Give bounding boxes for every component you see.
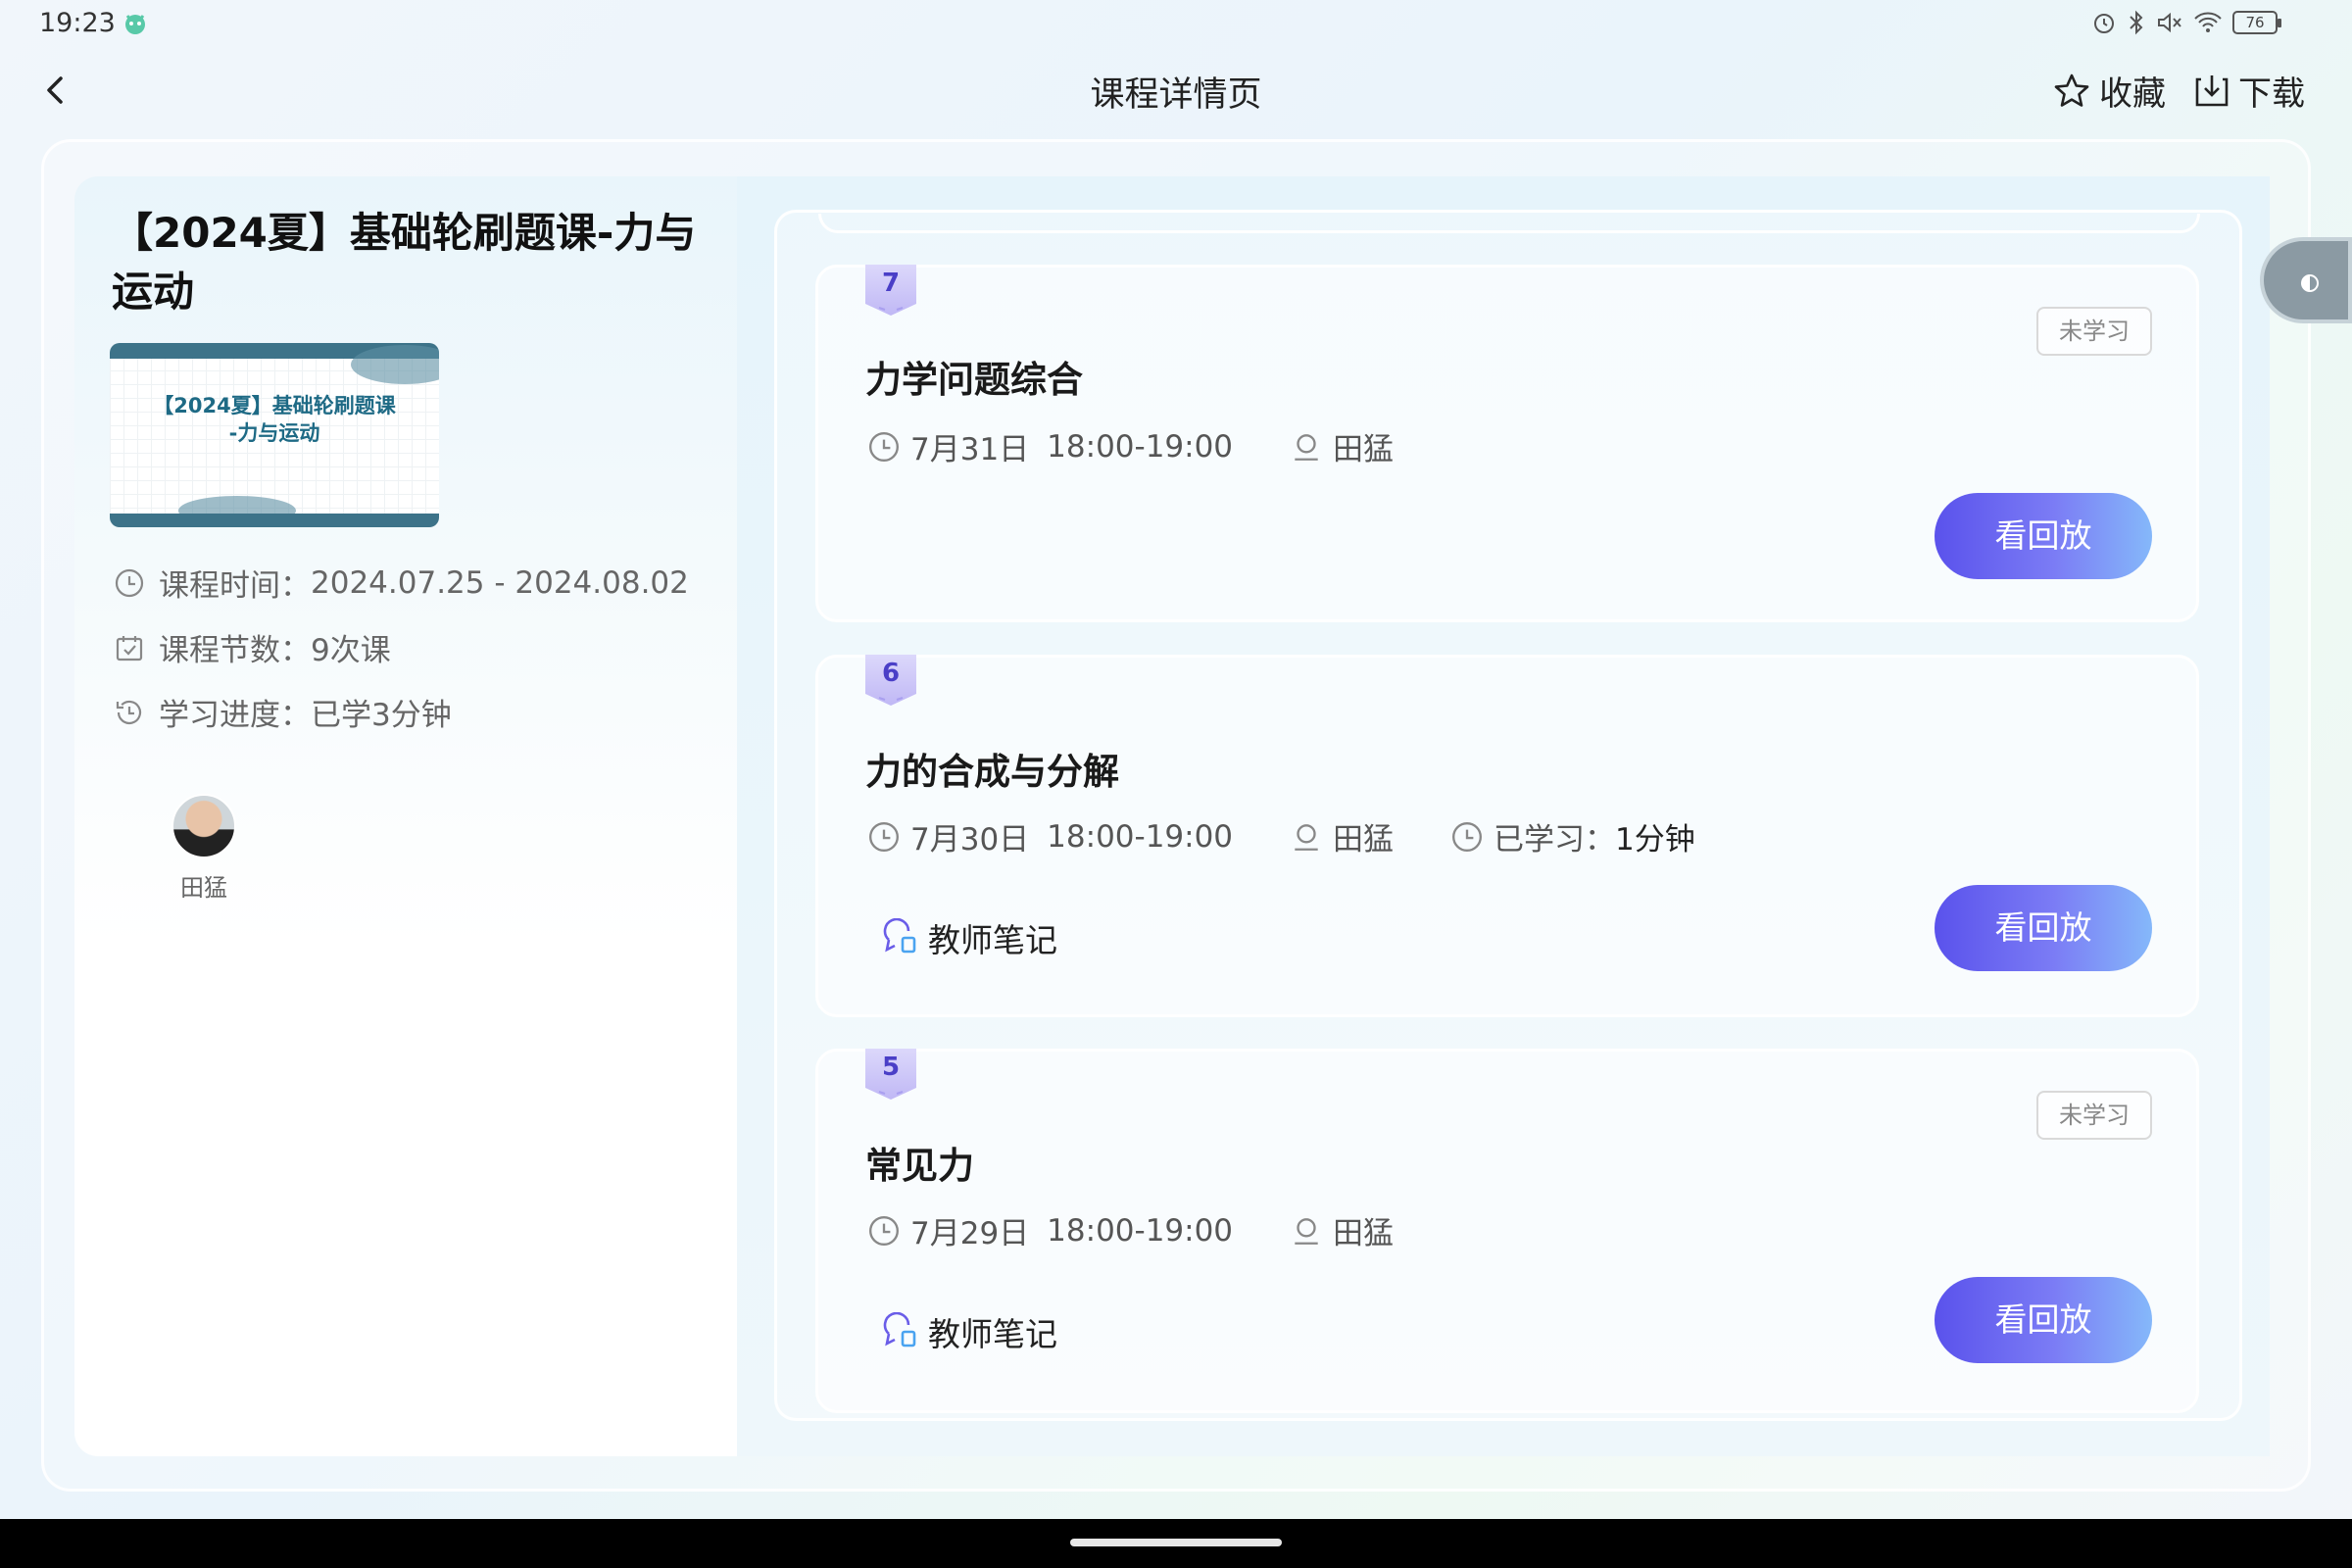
person-icon xyxy=(1295,823,1318,851)
course-progress-value: 已学3分钟 xyxy=(311,698,452,733)
teacher-profile[interactable]: 田猛 xyxy=(155,794,253,903)
lesson-time: 18:00-19:00 xyxy=(1047,1212,1234,1249)
header-actions: 收藏 下载 xyxy=(2052,67,2305,115)
lesson-title: 常见力 xyxy=(865,1145,974,1187)
studied-value: 1分钟 xyxy=(1615,822,1695,858)
clock-icon xyxy=(112,565,147,601)
course-count-row: 课程节数： 9次课 xyxy=(112,625,391,669)
status-bar: 19:23 76 xyxy=(0,0,2352,49)
lesson-title: 力学问题综合 xyxy=(865,359,1083,401)
alarm-icon xyxy=(2094,14,2114,33)
mute-icon xyxy=(2158,12,2181,33)
avatar xyxy=(172,794,236,858)
course-time-value: 2024.07.25 - 2024.08.02 xyxy=(311,564,689,601)
notes-icon xyxy=(883,918,916,954)
lesson-card[interactable]: 6 力的合成与分解 7月30日 18:00-19:00 田猛 已学习： 1分钟 教… xyxy=(815,655,2199,1017)
clock-icon xyxy=(869,1215,899,1246)
clock-icon xyxy=(869,431,899,462)
person-icon xyxy=(1295,1217,1318,1245)
course-title: 【2024夏】基础轮刷题课-力与运动 xyxy=(112,209,697,316)
favorite-button[interactable]: 收藏 xyxy=(2052,67,2166,115)
lesson-teacher: 田猛 xyxy=(1333,432,1395,467)
watch-replay-button[interactable]: 看回放 xyxy=(1935,1277,2152,1363)
history-icon xyxy=(112,695,147,730)
lesson-number-badge: 7 xyxy=(865,265,916,318)
lesson-number: 5 xyxy=(881,1053,901,1082)
lesson-number-badge: 6 xyxy=(865,655,916,708)
teacher-notes-link[interactable]: 教师笔记 xyxy=(881,1308,1057,1355)
home-indicator[interactable] xyxy=(1070,1539,1282,1546)
lesson-number: 6 xyxy=(881,659,901,688)
course-progress-row: 学习进度： 已学3分钟 xyxy=(112,690,452,734)
system-navigation-bar xyxy=(0,1519,2352,1568)
course-thumbnail[interactable]: 【2024夏】基础轮刷题课 -力与运动 xyxy=(110,343,439,527)
page-title: 课程详情页 xyxy=(1090,75,1262,115)
star-icon xyxy=(2054,74,2089,107)
watch-replay-button[interactable]: 看回放 xyxy=(1935,493,2152,579)
lesson-card[interactable]: 7 未学习 力学问题综合 7月31日 18:00-19:00 田猛 看回放 xyxy=(815,265,2199,622)
lesson-teacher: 田猛 xyxy=(1333,822,1395,858)
previous-card-edge xyxy=(818,214,2200,233)
bluetooth-icon xyxy=(2130,10,2143,35)
status-badge: 未学习 xyxy=(2036,1091,2152,1140)
calendar-check-icon xyxy=(112,630,147,665)
lesson-number: 7 xyxy=(881,269,901,298)
lesson-date: 7月29日 xyxy=(910,1216,1030,1251)
teacher-notes-label: 教师笔记 xyxy=(928,1315,1057,1353)
teacher-notes-label: 教师笔记 xyxy=(928,921,1057,959)
course-info-panel: 【2024夏】基础轮刷题课-力与运动 【2024夏】基础轮刷题课 -力与运动 课… xyxy=(74,176,737,1456)
person-icon xyxy=(1295,433,1318,461)
download-icon xyxy=(2195,74,2229,106)
lesson-number-badge: 5 xyxy=(865,1049,916,1102)
watch-replay-button[interactable]: 看回放 xyxy=(1935,885,2152,971)
lesson-date: 7月30日 xyxy=(910,822,1030,858)
floating-contrast-toggle[interactable] xyxy=(2260,237,2352,323)
lesson-time: 18:00-19:00 xyxy=(1047,818,1234,855)
lesson-meta: 7月29日 18:00-19:00 田猛 xyxy=(867,1208,1450,1252)
course-count-label: 课程节数： xyxy=(159,633,311,668)
studied-label: 已学习： xyxy=(1494,822,1616,858)
status-time: 19:23 xyxy=(39,8,116,38)
course-progress-label: 学习进度： xyxy=(159,698,311,733)
lesson-meta: 7月31日 18:00-19:00 田猛 xyxy=(867,424,1450,468)
wifi-icon xyxy=(2194,12,2222,32)
lesson-card[interactable]: 5 未学习 常见力 7月29日 18:00-19:00 田猛 教师笔记 看回放 xyxy=(815,1049,2199,1413)
history-icon xyxy=(1452,821,1483,852)
status-badge: 未学习 xyxy=(2036,307,2152,356)
status-icons: 76 xyxy=(2091,10,2281,35)
lesson-time: 18:00-19:00 xyxy=(1047,428,1234,465)
thumbnail-title: 【2024夏】基础轮刷题课 -力与运动 xyxy=(153,394,396,445)
contrast-icon xyxy=(2301,274,2319,292)
favorite-label: 收藏 xyxy=(2099,74,2166,114)
lesson-date: 7月31日 xyxy=(910,432,1030,467)
teacher-name: 田猛 xyxy=(180,874,227,902)
course-time-row: 课程时间： 2024.07.25 - 2024.08.02 xyxy=(112,561,689,605)
download-button[interactable]: 下载 xyxy=(2193,67,2305,115)
battery-icon: 76 xyxy=(2232,11,2281,34)
app-notification-icon xyxy=(125,15,145,34)
lesson-teacher: 田猛 xyxy=(1333,1216,1395,1251)
course-time-label: 课程时间： xyxy=(159,568,311,604)
teacher-notes-link[interactable]: 教师笔记 xyxy=(881,914,1057,961)
notes-icon xyxy=(883,1312,916,1348)
lesson-meta: 7月30日 18:00-19:00 田猛 已学习： 1分钟 xyxy=(867,814,1752,858)
course-count-value: 9次课 xyxy=(311,633,391,668)
lesson-title: 力的合成与分解 xyxy=(865,751,1119,793)
download-label: 下载 xyxy=(2238,74,2305,114)
clock-icon xyxy=(869,821,899,852)
